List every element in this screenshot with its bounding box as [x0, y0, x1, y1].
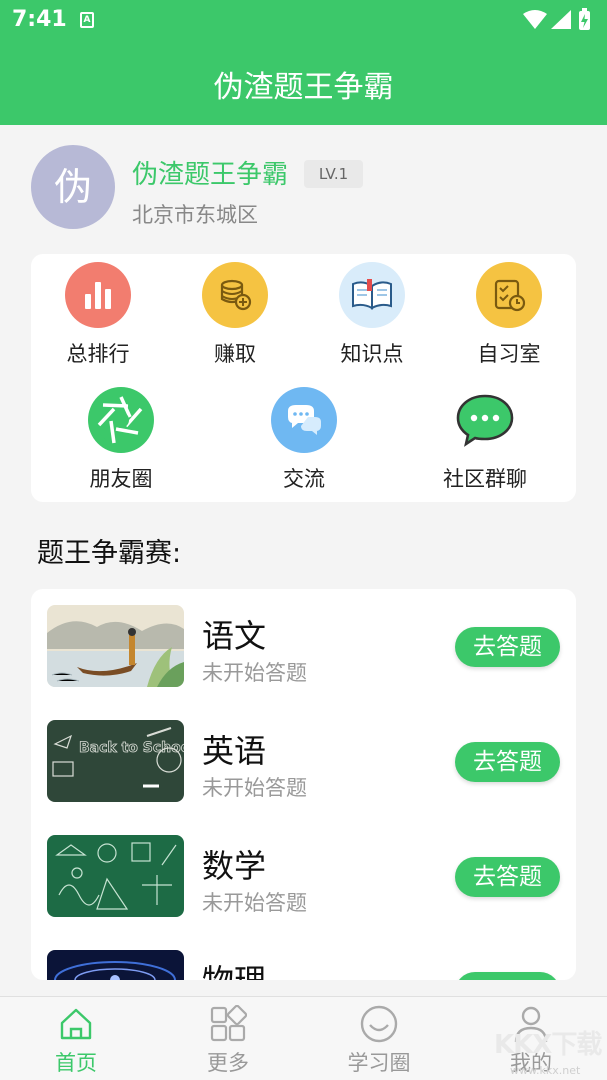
menu-label: 知识点 [340, 342, 404, 366]
page-title: 伪渣题王争霸 [213, 70, 394, 105]
profile-location: 北京市东城区 [132, 203, 258, 227]
menu-label: 交流 [283, 467, 325, 491]
open-book-icon [339, 262, 405, 328]
wechat-icon [452, 387, 518, 453]
smile-icon [329, 1003, 429, 1045]
list-item-chinese[interactable]: 语文 未开始答题 去答题 [31, 605, 576, 695]
watermark-logo: KKX下载 www.kkx.net [488, 1022, 604, 1078]
start-answer-button[interactable]: 去答题 [455, 742, 560, 782]
math-chalkboard-image [47, 835, 184, 917]
subject-list: 语文 未开始答题 去答题 Back to School 英语 未开始答题 去答题 [31, 589, 576, 980]
menu-item-study-room[interactable]: 自习室 [449, 262, 569, 368]
bar-chart-icon [65, 262, 131, 328]
menu-item-knowledge[interactable]: 知识点 [312, 262, 432, 368]
list-item-english[interactable]: Back to School 英语 未开始答题 去答题 [31, 720, 576, 810]
subject-status: 未开始答题 [202, 661, 307, 685]
wifi-icon [523, 10, 547, 29]
status-time: 7:41 [12, 7, 67, 32]
watermark-url: www.kkx.net [510, 1064, 581, 1077]
nav-home[interactable]: 首页 [26, 1003, 126, 1077]
coins-icon [202, 262, 268, 328]
subject-name: 英语 [202, 732, 267, 770]
nav-label: 学习圈 [347, 1051, 411, 1075]
ink-painting-boat-image [47, 605, 184, 687]
profile-name: 伪渣题王争霸 [132, 160, 289, 190]
subject-status: 未开始答题 [202, 776, 307, 800]
watermark-text: KKX下载 [494, 1030, 602, 1060]
menu-item-exchange[interactable]: 交流 [244, 387, 364, 493]
start-answer-button[interactable]: 去答题 [455, 857, 560, 897]
menu-item-moments[interactable]: 朋友圈 [61, 387, 181, 493]
menu-label: 自习室 [477, 342, 541, 366]
subject-status: 未开始答题 [202, 891, 307, 915]
list-item-physics[interactable]: 物理 [31, 950, 576, 980]
chat-bubbles-icon [271, 387, 337, 453]
app-header: 7:41 A 伪渣题王争霸 [0, 0, 607, 125]
checklist-clock-icon [476, 262, 542, 328]
home-icon [26, 1003, 126, 1045]
menu-label: 总排行 [66, 342, 130, 366]
menu-label: 赚取 [214, 342, 256, 366]
subject-name: 物理 [202, 956, 266, 980]
feature-menu: 总排行 赚取 知识点 自习室 朋友圈 交流 社区群聊 [31, 254, 576, 502]
nav-more[interactable]: 更多 [178, 1003, 278, 1077]
menu-item-community-chat[interactable]: 社区群聊 [425, 387, 545, 493]
section-title: 题王争霸赛: [37, 538, 182, 569]
status-icons [521, 8, 597, 32]
nav-study-circle[interactable]: 学习圈 [329, 1003, 429, 1077]
level-badge: LV.1 [304, 160, 363, 188]
battery-icon [579, 8, 590, 30]
menu-item-earn[interactable]: 赚取 [175, 262, 295, 368]
status-bar: 7:41 A [0, 0, 607, 40]
menu-label: 朋友圈 [89, 467, 153, 491]
notification-icon: A [80, 12, 94, 28]
physics-space-image [47, 950, 184, 980]
avatar[interactable]: 伪 [31, 145, 115, 229]
subject-name: 数学 [202, 847, 267, 885]
subject-name: 语文 [202, 617, 267, 655]
nav-label: 更多 [207, 1051, 249, 1075]
signal-icon [551, 10, 571, 29]
back-to-school-chalkboard-image: Back to School [47, 720, 184, 802]
aperture-icon [88, 387, 154, 453]
menu-item-ranking[interactable]: 总排行 [38, 262, 158, 368]
grid-icon [178, 1003, 278, 1045]
nav-label: 首页 [55, 1051, 97, 1075]
start-answer-button[interactable]: 去答题 [455, 627, 560, 667]
menu-label: 社区群聊 [443, 467, 527, 491]
list-item-math[interactable]: 数学 未开始答题 去答题 [31, 835, 576, 925]
start-answer-button[interactable] [455, 972, 560, 980]
